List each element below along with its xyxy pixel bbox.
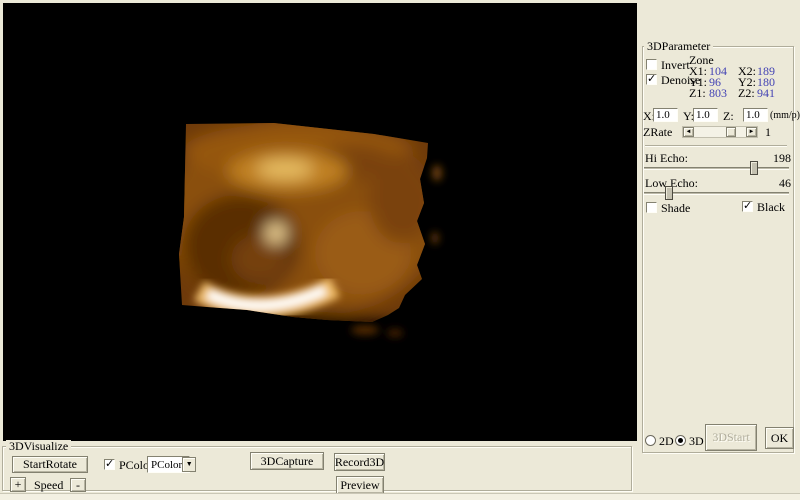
speed-label: Speed (34, 479, 63, 491)
denoise-checkbox[interactable]: ✓ (646, 74, 657, 85)
scale-unit-label: (mm/p) (770, 110, 800, 122)
low-echo-value: 46 (779, 177, 791, 189)
zrate-scroll-right-icon[interactable]: ► (746, 127, 757, 137)
zrate-scrollbar[interactable]: ◄ ► (682, 126, 758, 138)
mode-3d-radio[interactable] (675, 435, 686, 446)
hi-echo-slider-track[interactable] (644, 167, 789, 170)
parameter-group-title: 3DParameter (644, 40, 713, 52)
mode-2d-radio[interactable] (645, 435, 656, 446)
zrate-scroll-left-icon[interactable]: ◄ (683, 127, 694, 137)
status-strip (0, 493, 800, 500)
hi-echo-slider-thumb[interactable] (750, 161, 758, 175)
ultrasound-volume-image (3, 3, 637, 441)
scale-x-input[interactable] (653, 108, 678, 122)
start3d-button[interactable]: 3DStart (705, 424, 757, 451)
radio-dot-icon (678, 438, 683, 443)
ok-button[interactable]: OK (765, 427, 794, 449)
dropdown-arrow-icon[interactable]: ▼ (182, 457, 196, 472)
scale-z-input[interactable] (743, 108, 768, 122)
hi-echo-label: Hi Echo: (645, 152, 688, 164)
pcolor-checkbox[interactable]: ✓ (104, 459, 115, 470)
speed-minus-button[interactable]: - (70, 478, 86, 492)
shade-label: Shade (661, 202, 690, 214)
invert-label: Invert (661, 59, 690, 71)
parameter-panel: 3DParameter Invert ✓ Denoise Zone X1: 10… (637, 0, 800, 500)
visualize-group-title: 3DVisualize (6, 440, 71, 452)
zrate-scroll-thumb[interactable] (726, 127, 736, 137)
zone-z2-label: Z2: (738, 87, 755, 99)
scale-y-input[interactable] (693, 108, 718, 122)
mode-3d-label: 3D (689, 435, 704, 447)
pcolor-select-value: PColor (148, 459, 182, 471)
invert-checkbox[interactable] (646, 59, 657, 70)
zrate-scroll-track[interactable] (694, 127, 746, 137)
zone-z1-label: Z1: (689, 87, 706, 99)
pcolor-select[interactable]: PColor ▼ (147, 456, 190, 473)
shade-checkbox[interactable] (646, 202, 657, 213)
scale-z-label: Z: (723, 110, 734, 122)
hi-echo-value: 198 (773, 152, 791, 164)
black-checkbox[interactable]: ✓ (742, 201, 753, 212)
render-viewport[interactable] (3, 3, 637, 441)
zone-z2-value: 941 (757, 87, 775, 99)
speed-plus-button[interactable]: + (10, 477, 26, 492)
start-rotate-button[interactable]: StartRotate (12, 456, 88, 473)
capture-button[interactable]: 3DCapture (250, 452, 324, 470)
mode-2d-label: 2D (659, 435, 674, 447)
zrate-value: 1 (765, 126, 771, 138)
record-button[interactable]: Record3D (334, 453, 385, 471)
parameter-separator (645, 145, 787, 147)
low-echo-slider-thumb[interactable] (665, 186, 673, 200)
preview-button[interactable]: Preview (336, 476, 384, 494)
black-label: Black (757, 201, 785, 213)
zrate-label: ZRate (643, 126, 672, 138)
zone-z1-value: 803 (709, 87, 727, 99)
